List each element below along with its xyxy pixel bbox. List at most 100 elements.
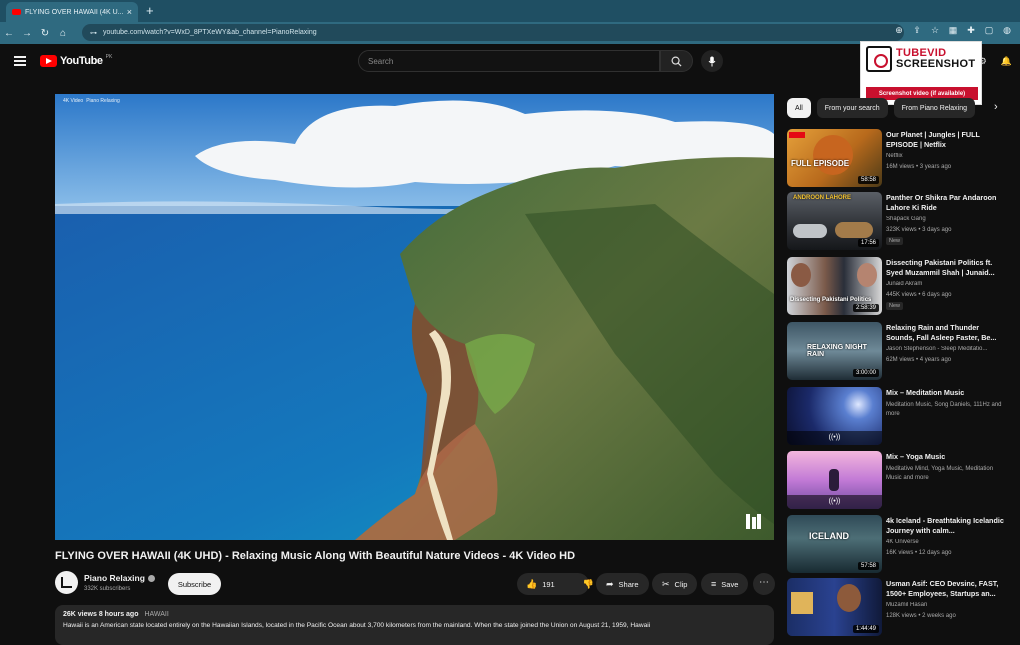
url-text: youtube.com/watch?v=WxD_8PTXeWY&ab_chann… xyxy=(103,29,317,36)
recommendation-title: Relaxing Rain and Thunder Sounds, Fall A… xyxy=(886,323,997,342)
filter-chips: All From your search From Piano Relaxing xyxy=(787,98,1020,120)
extension-icon[interactable]: ⊕ xyxy=(894,25,904,36)
description-box[interactable]: 26K views 8 hours ago HAWAII Hawaii is a… xyxy=(55,605,774,645)
channel-avatar[interactable] xyxy=(55,571,78,594)
recommendation-meta: 62M views • 4 years ago xyxy=(886,357,952,363)
side-panel-icon[interactable]: ▢ xyxy=(984,25,994,36)
mix-playlist-icon: ((•)) xyxy=(787,431,882,445)
country-code: PK xyxy=(105,54,113,60)
more-actions-icon[interactable]: ⋯ xyxy=(753,573,775,595)
youtube-logo[interactable]: YouTube PK xyxy=(40,54,113,67)
channel-name[interactable]: Piano Relaxing xyxy=(84,573,155,583)
thumbnail[interactable]: ICELAND 57:58 xyxy=(787,515,882,573)
recommendation-title: Panther Or Shikra Par Andaroon Lahore Ki… xyxy=(886,193,997,212)
player-channel-overlay: 4K Video Piano Relaxing xyxy=(63,98,120,104)
share-page-icon[interactable]: ⇪ xyxy=(912,25,922,36)
new-badge: New xyxy=(886,302,904,310)
channel-watermark-icon[interactable] xyxy=(745,513,762,530)
hashtag[interactable]: HAWAII xyxy=(144,611,168,618)
recommendation-item[interactable]: RELAXING NIGHT RAIN 3:00:00 Relaxing Rai… xyxy=(787,322,1012,382)
recommendation-item[interactable]: 1:44:49 Usman Asif: CEO Devsinc, FAST, 1… xyxy=(787,578,1012,638)
recommendation-meta: 323K views • 3 days ago xyxy=(886,227,952,233)
chip-from-channel[interactable]: From Piano Relaxing xyxy=(893,98,976,118)
thumbnail[interactable]: RELAXING NIGHT RAIN 3:00:00 xyxy=(787,322,882,380)
duration-badge: 2:58:39 xyxy=(852,304,879,312)
youtube-favicon-icon xyxy=(12,9,21,15)
recommendation-item[interactable]: FULL EPISODE 58:58 Our Planet | Jungles … xyxy=(787,129,1012,189)
share-icon: ➦ xyxy=(606,578,614,589)
microphone-icon xyxy=(708,56,716,66)
duration-badge: 3:00:00 xyxy=(852,369,879,377)
recommendation-meta: 16M views • 3 years ago xyxy=(886,164,952,170)
like-count: 191 xyxy=(542,579,555,589)
new-badge: New xyxy=(886,237,904,245)
duration-badge: 58:58 xyxy=(857,176,879,184)
new-tab-button[interactable]: + xyxy=(146,3,154,18)
like-dislike-group: 👍 191 👎 xyxy=(517,573,594,595)
tab-close-icon[interactable]: × xyxy=(127,7,132,17)
address-bar[interactable]: ⊶ youtube.com/watch?v=WxD_8PTXeWY&ab_cha… xyxy=(82,24,904,41)
like-button[interactable]: 👍 191 xyxy=(517,573,564,595)
subscribe-button[interactable]: Subscribe xyxy=(168,573,221,595)
scissors-icon: ✂ xyxy=(662,578,670,589)
logo-wordmark: YouTube xyxy=(60,55,103,67)
forward-button[interactable]: → xyxy=(18,28,36,39)
video-player[interactable]: 4K Video Piano Relaxing xyxy=(55,94,774,540)
thumbnail[interactable]: FULL EPISODE 58:58 xyxy=(787,129,882,187)
site-info-icon[interactable]: ⊶ xyxy=(90,29,97,37)
recommendation-meta: 16K views • 12 days ago xyxy=(886,550,952,556)
overlay-sub-label: Piano Relaxing xyxy=(86,98,120,104)
tubevid-extension-popup: TUBEVID SCREENSHOT Screenshot video (if … xyxy=(860,41,982,105)
recommendation-title: Usman Asif: CEO Devsinc, FAST, 1500+ Emp… xyxy=(886,579,999,598)
tubevid-brand-line2: SCREENSHOT xyxy=(896,58,976,70)
channel-subscriber-count: 332K subscribers xyxy=(84,586,131,592)
recommendation-item[interactable]: ((•)) Mix – Yoga Music Meditative Mind, … xyxy=(787,451,1012,511)
profile-icon[interactable]: ◍ xyxy=(1002,25,1012,36)
puzzle-extensions-icon[interactable]: ✚ xyxy=(966,25,976,36)
search-icon xyxy=(671,56,682,67)
recommendation-channel: Muzamil Hasan xyxy=(886,602,928,608)
add-to-playlist-icon: ≡ xyxy=(711,579,717,589)
chip-from-your-search[interactable]: From your search xyxy=(816,98,888,118)
recommendation-channel: Meditation Music, Song Daniels, 111Hz an… xyxy=(886,402,1002,417)
posted-time: 8 hours ago xyxy=(98,611,139,618)
recommendation-title: Mix – Yoga Music xyxy=(886,452,946,461)
notifications-bell-icon[interactable]: 🔔 xyxy=(1001,56,1012,67)
chevron-right-icon[interactable]: › xyxy=(994,101,998,113)
recommendation-title: Mix – Meditation Music xyxy=(886,388,965,397)
extension-icon[interactable]: ▦ xyxy=(948,25,958,36)
thumbnail-text: FULL EPISODE xyxy=(791,159,850,168)
hamburger-menu-icon[interactable] xyxy=(14,56,26,66)
clip-button[interactable]: ✂ Clip xyxy=(652,573,698,595)
recommendation-item[interactable]: Dissecting Pakistani Politics 2:58:39 Di… xyxy=(787,257,1012,317)
thumbnail[interactable]: ((•)) xyxy=(787,451,882,509)
browser-tab[interactable]: FLYING OVER HAWAII (4K U... × xyxy=(6,2,138,22)
save-button[interactable]: ≡ Save xyxy=(701,573,749,595)
back-button[interactable]: ← xyxy=(0,28,18,39)
reload-button[interactable]: ↻ xyxy=(36,28,54,39)
recommendation-title: 4k Iceland - Breathtaking Icelandic Jour… xyxy=(886,516,1004,535)
recommendation-channel: Netflix xyxy=(886,153,903,159)
description-text: Hawaii is an American state located enti… xyxy=(63,622,651,629)
search-input[interactable]: Search xyxy=(358,50,660,72)
thumbnail[interactable]: Dissecting Pakistani Politics 2:58:39 xyxy=(787,257,882,315)
verified-icon xyxy=(147,575,155,583)
thumbnail[interactable]: ANDROON LAHORE 17:56 xyxy=(787,192,882,250)
share-label: Share xyxy=(618,579,639,589)
screenshot-camera-icon xyxy=(866,46,892,72)
chip-all[interactable]: All xyxy=(787,98,811,118)
thumbnail[interactable]: ((•)) xyxy=(787,387,882,445)
bookmark-star-icon[interactable]: ☆ xyxy=(930,25,940,36)
recommendation-item[interactable]: ANDROON LAHORE 17:56 Panther Or Shikra P… xyxy=(787,192,1012,252)
thumbnail-text: ICELAND xyxy=(809,531,849,541)
thumbs-up-icon: 👍 xyxy=(526,578,538,589)
recommendation-item[interactable]: ((•)) Mix – Meditation Music Meditation … xyxy=(787,387,1012,447)
duration-badge: 17:56 xyxy=(857,239,879,247)
recommendation-item[interactable]: ICELAND 57:58 4k Iceland - Breathtaking … xyxy=(787,515,1012,575)
thumbnail[interactable]: 1:44:49 xyxy=(787,578,882,636)
home-button[interactable]: ⌂ xyxy=(54,28,72,39)
video-title: FLYING OVER HAWAII (4K UHD) - Relaxing M… xyxy=(55,550,576,562)
share-button[interactable]: ➦ Share xyxy=(596,573,649,595)
voice-search-button[interactable] xyxy=(701,50,723,72)
search-button[interactable] xyxy=(660,50,693,72)
